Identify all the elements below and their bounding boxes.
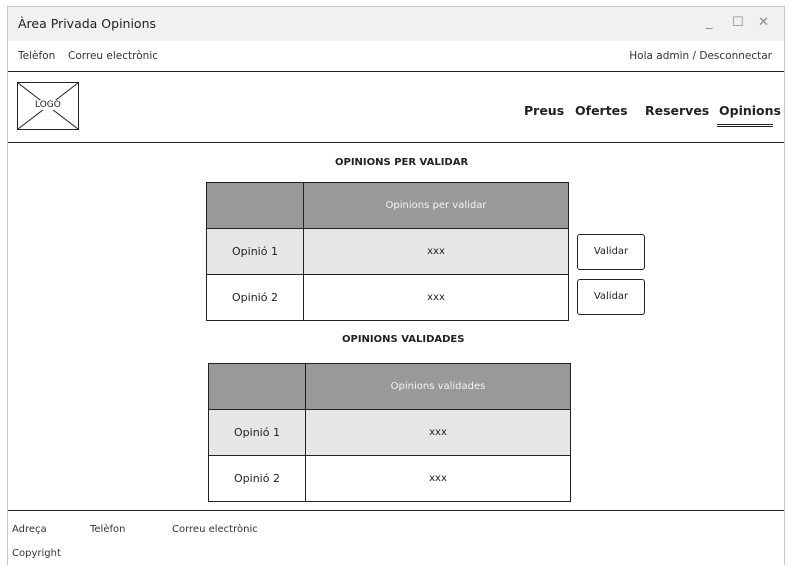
validated-section-title: OPINIONS VALIDADES	[342, 334, 465, 345]
footer-copyright: Copyright	[12, 548, 61, 559]
contact-bar: Telèfon Correu electrònic Hola admin / D…	[8, 41, 784, 72]
footer-email-link[interactable]: Correu electrònic	[172, 524, 258, 535]
pending-section-title: OPINIONS PER VALIDAR	[335, 157, 469, 168]
close-icon[interactable]: ✕	[758, 15, 769, 31]
table-row: Opinió 2 xxx	[208, 455, 571, 502]
app-window: Àrea Privada Opinions _ ☐ ✕ Telèfon Corr…	[7, 6, 785, 565]
user-session-link[interactable]: Hola admin / Desconnectar	[629, 50, 772, 62]
opinion-label: Opinió 2	[208, 455, 306, 502]
nav-item-opinions[interactable]: Opinions	[719, 103, 781, 118]
window-title: Àrea Privada Opinions	[18, 16, 157, 31]
opinion-label: Opinió 1	[206, 228, 304, 275]
contact-phone-link[interactable]: Telèfon	[18, 50, 55, 62]
nav-item-preus[interactable]: Preus	[524, 103, 564, 118]
site-footer: Adreça Telèfon Correu electrònic Copyrig…	[8, 510, 784, 566]
footer-phone-link[interactable]: Telèfon	[90, 524, 125, 535]
opinion-label: Opinió 1	[208, 409, 306, 456]
table-header-cell: Opinions validades	[305, 363, 571, 410]
validate-opinion-1-button[interactable]: Validar	[577, 234, 645, 270]
table-header-empty-cell	[208, 363, 306, 410]
nav-item-reserves[interactable]: Reserves	[645, 103, 709, 118]
minimize-icon[interactable]: _	[706, 15, 713, 31]
opinion-value: xxx	[305, 455, 571, 502]
active-nav-underline	[717, 124, 773, 127]
opinion-value: xxx	[305, 409, 571, 456]
opinion-value: xxx	[303, 228, 569, 275]
validate-opinion-2-button[interactable]: Validar	[577, 279, 645, 315]
logo[interactable]: LOGO	[17, 82, 79, 130]
table-row: Opinió 1 xxx	[206, 228, 569, 275]
opinion-value: xxx	[303, 274, 569, 321]
table-header-empty-cell	[206, 182, 304, 229]
pending-opinions-table: Opinions per validar Opinió 1 xxx Opinió…	[206, 182, 569, 321]
table-row: Opinió 2 xxx	[206, 274, 569, 321]
title-bar: Àrea Privada Opinions _ ☐ ✕	[8, 7, 784, 41]
contact-email-link[interactable]: Correu electrònic	[68, 50, 158, 62]
logo-text: LOGO	[34, 100, 62, 110]
table-header-row: Opinions per validar	[206, 182, 569, 229]
site-header: LOGO Preus Ofertes Reserves Opinions	[8, 72, 784, 143]
opinion-label: Opinió 2	[206, 274, 304, 321]
maximize-icon[interactable]: ☐	[732, 15, 744, 31]
validated-opinions-table: Opinions validades Opinió 1 xxx Opinió 2…	[208, 363, 571, 502]
table-header-cell: Opinions per validar	[303, 182, 569, 229]
nav-item-ofertes[interactable]: Ofertes	[575, 103, 628, 118]
footer-address-link[interactable]: Adreça	[12, 524, 47, 535]
table-header-row: Opinions validades	[208, 363, 571, 410]
table-row: Opinió 1 xxx	[208, 409, 571, 456]
